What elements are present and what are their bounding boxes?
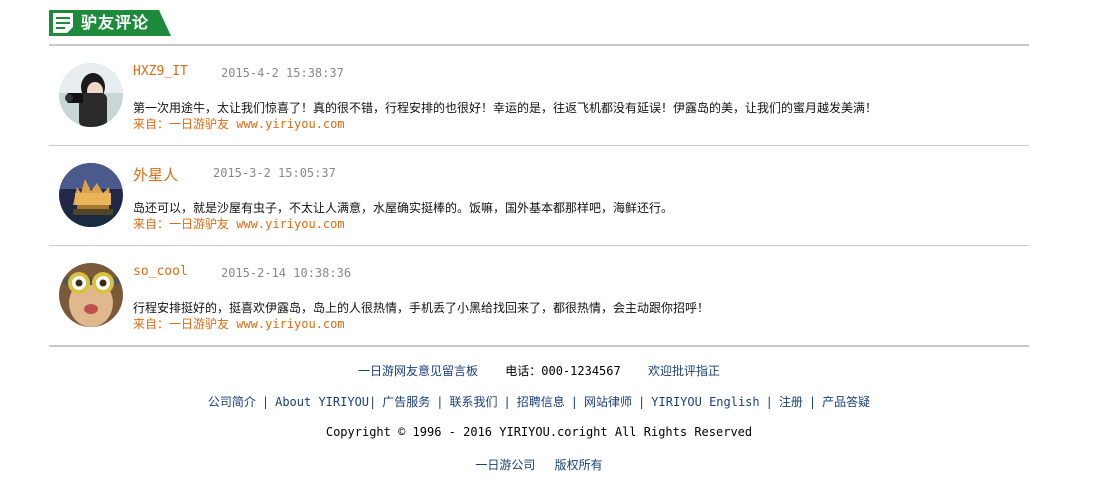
footer-contact: 一日游网友意见留言板 电话：000-1234567 欢迎批评指正 [0, 362, 1078, 379]
comment-item: HXZ9_IT 2015-4-2 15:38:37 第一次用途牛，太让我们惊喜了… [49, 46, 1029, 145]
company-link[interactable]: 一日游公司 [475, 458, 535, 472]
comment-source[interactable]: 来自：一日游驴友 www.yiriyou.com [133, 115, 345, 132]
footer-link-faq[interactable]: 产品答疑 [822, 395, 870, 409]
footer-link-contact[interactable]: 联系我们 [450, 395, 498, 409]
avatar [59, 163, 123, 227]
footer-link-about-company[interactable]: 公司简介 [208, 395, 256, 409]
phone-text: 电话：000-1234567 [505, 364, 621, 378]
section-header: 驴友评论 [49, 10, 171, 36]
comment-author[interactable]: HXZ9_IT [133, 64, 188, 79]
comment-author[interactable]: so_cool [133, 264, 188, 279]
copyright-text: Copyright © 1996 - 2016 YIRIYOU.coright … [325, 425, 753, 439]
comment-item: 外星人 2015-3-2 15:05:37 岛还可以，就是沙屋有虫子，不太让人满… [49, 146, 1029, 245]
section-title: 驴友评论 [81, 13, 150, 32]
footer-company: 一日游公司 版权所有 [0, 456, 1078, 473]
comment-item: so_cool 2015-2-14 10:38:36 行程安排挺好的，挺喜欢伊露… [49, 246, 1029, 345]
footer-link-lawyer[interactable]: 网站律师 [584, 395, 632, 409]
footer-links: 公司简介 | About YIRIYOU| 广告服务 | 联系我们 | 招聘信息 | 网站律师 | Y… [207, 395, 871, 409]
avatar [59, 63, 123, 127]
comment-time: 2015-4-2 15:38:37 [221, 66, 344, 80]
comment-list-icon [53, 13, 73, 33]
comment-source[interactable]: 来自：一日游驴友 www.yiriyou.com [133, 315, 345, 332]
footer-link-jobs[interactable]: 招聘信息 [517, 395, 565, 409]
avatar [59, 263, 123, 327]
comment-time: 2015-2-14 10:38:36 [221, 266, 352, 280]
footer-link-about-yiriyou[interactable]: About YIRIYOU [275, 395, 369, 409]
rights-link[interactable]: 版权所有 [555, 458, 603, 472]
guestbook-link[interactable]: 一日游网友意见留言板 [358, 364, 478, 378]
comment-text: 行程安排挺好的，挺喜欢伊露岛，岛上的人很热情，手机丢了小黑给找回来了，都很热情，… [133, 301, 710, 315]
footer-link-ads[interactable]: 广告服务 [382, 395, 430, 409]
comment-text: 第一次用途牛，太让我们惊喜了！真的很不错，行程安排的也很好！幸运的是，往返飞机都… [133, 101, 878, 115]
footer-link-english[interactable]: YIRIYOU English [651, 395, 759, 409]
feedback-link[interactable]: 欢迎批评指正 [648, 364, 720, 378]
comment-author[interactable]: 外星人 [133, 164, 178, 185]
comment-source[interactable]: 来自：一日游驴友 www.yiriyou.com [133, 215, 345, 232]
footer-link-register[interactable]: 注册 [779, 395, 803, 409]
comment-time: 2015-3-2 15:05:37 [213, 166, 336, 180]
divider [49, 345, 1029, 347]
comment-text: 岛还可以，就是沙屋有虫子，不太让人满意，水屋确实挺棒的。饭嘛，国外基本都那样吧，… [133, 201, 674, 215]
